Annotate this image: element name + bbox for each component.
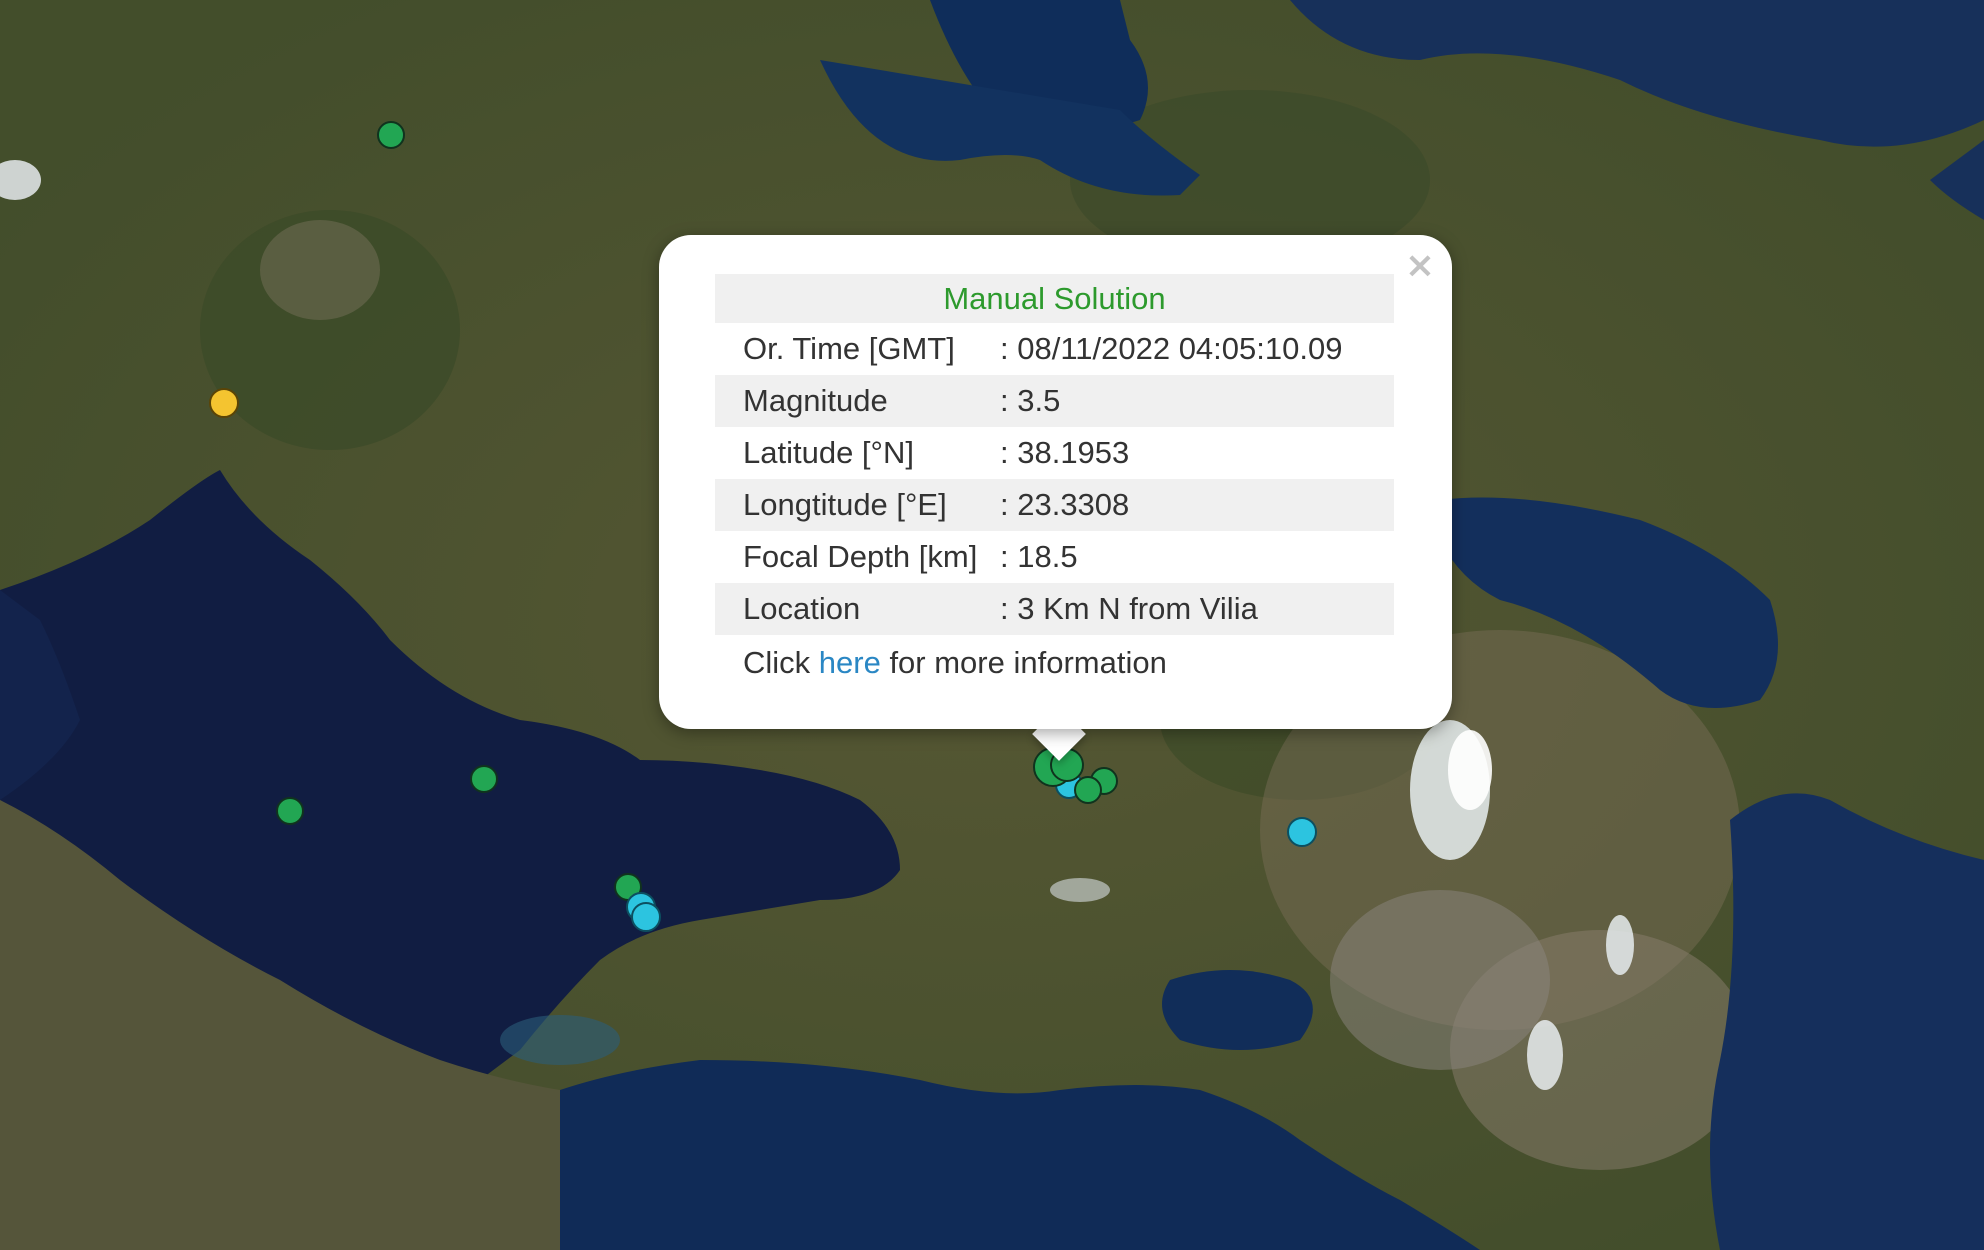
earthquake-marker[interactable]: [276, 797, 304, 825]
info-value: : 3.5: [1000, 375, 1394, 427]
info-value: : 23.3308: [1000, 479, 1394, 531]
earthquake-marker[interactable]: [470, 765, 498, 793]
info-label: Longtitude [°E]: [715, 479, 1000, 531]
earthquake-marker[interactable]: [209, 388, 239, 418]
more-info-link[interactable]: here: [819, 645, 881, 680]
info-row: Focal Depth [km] : 18.5: [715, 531, 1394, 583]
info-value: : 3 Km N from Vilia: [1000, 583, 1394, 635]
info-label: Focal Depth [km]: [743, 539, 978, 574]
info-row: Magnitude : 3.5: [715, 375, 1394, 427]
info-label: Latitude [°N]: [743, 435, 914, 470]
info-row: Location : 3 Km N from Vilia: [715, 583, 1394, 635]
info-value: : 18.5: [1000, 539, 1078, 574]
earthquake-marker[interactable]: [631, 902, 661, 932]
earthquake-marker[interactable]: [1287, 817, 1317, 847]
close-icon[interactable]: ×: [1402, 248, 1438, 284]
info-label: Magnitude: [715, 375, 1000, 427]
earthquake-marker[interactable]: [377, 121, 405, 149]
popup-title: Manual Solution: [715, 274, 1394, 323]
info-row: Latitude [°N] : 38.1953: [715, 427, 1394, 479]
popup-content: Manual Solution Or. Time [GMT] : 08/11/2…: [715, 274, 1394, 688]
popup-tip-cover: [1010, 690, 1110, 729]
info-value: : 38.1953: [1000, 435, 1130, 470]
info-row: Longtitude [°E] : 23.3308: [715, 479, 1394, 531]
popup-title-row: Manual Solution: [715, 274, 1394, 323]
more-info-line: Click here for more information: [715, 638, 1394, 688]
info-value: : 08/11/2022 04:05:10.09: [1000, 331, 1343, 366]
info-row: Or. Time [GMT] : 08/11/2022 04:05:10.09: [715, 323, 1394, 375]
info-label: Location: [715, 583, 1000, 635]
earthquake-info-table: Manual Solution Or. Time [GMT] : 08/11/2…: [715, 274, 1394, 635]
earthquake-marker[interactable]: [1074, 776, 1102, 804]
more-info-prefix: Click: [743, 645, 819, 680]
more-info-suffix: for more information: [880, 645, 1167, 680]
info-label: Or. Time [GMT]: [743, 331, 955, 366]
